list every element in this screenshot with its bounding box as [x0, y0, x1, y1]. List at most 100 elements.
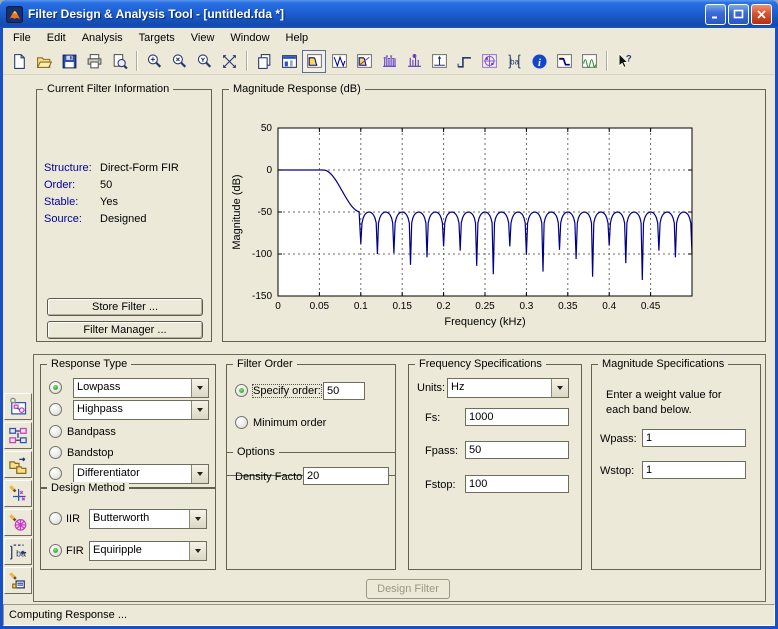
zoom-in-button[interactable]	[142, 50, 166, 73]
transform-filter-panel-button[interactable]	[4, 393, 32, 420]
open-session-icon	[36, 53, 53, 70]
spectral-mask-button[interactable]	[577, 50, 601, 73]
menu-file[interactable]: File	[5, 30, 39, 46]
copy-pages-button[interactable]	[252, 50, 276, 73]
zoom-x-button[interactable]	[167, 50, 191, 73]
svg-text:0.15: 0.15	[392, 301, 412, 312]
differentiator-combo[interactable]: Differentiator	[73, 464, 209, 484]
design-filter-button[interactable]: Design Filter	[366, 579, 450, 599]
title-bar[interactable]: Filter Design & Analysis Tool - [untitle…	[0, 0, 778, 28]
convert-structure-panel-button[interactable]	[4, 451, 32, 478]
context-help-icon: ?	[616, 52, 633, 70]
pole-zero-plot-icon	[481, 53, 498, 70]
filter-coefficients-button[interactable]: ba	[502, 50, 526, 73]
pole-zero-editor-panel-button[interactable]	[4, 480, 32, 507]
svg-text:0: 0	[266, 165, 272, 176]
filter-specifications-button[interactable]	[552, 50, 576, 73]
units-label: Units:	[417, 382, 446, 394]
import-filter-panel-button[interactable]: ba	[4, 538, 32, 565]
radio-lowpass[interactable]	[49, 381, 62, 394]
menu-analysis[interactable]: Analysis	[74, 30, 131, 46]
density-factor-label: Density Factor:	[235, 471, 309, 483]
radio-bandpass[interactable]	[49, 425, 62, 438]
combo-arrow-icon[interactable]	[189, 542, 206, 560]
magnitude-response-button[interactable]	[302, 49, 326, 73]
magnitude-response-chart: 0 0.05 0.1 0.15 0.2 0.25 0.3 0.35 0.4 0.45 50 0 -50 -…	[231, 123, 693, 328]
radio-specify-order[interactable]	[235, 384, 248, 397]
svg-text:Frequency (kHz): Frequency (kHz)	[444, 316, 525, 328]
wpass-input[interactable]	[642, 429, 746, 447]
filter-info-row: Structure: Direct-Form FIR	[44, 162, 206, 179]
radio-iir[interactable]	[49, 512, 62, 525]
current-filter-info-title: Current Filter Information	[43, 83, 174, 95]
figure-window-icon	[281, 53, 298, 70]
phase-delay-icon	[406, 53, 423, 70]
fs-input[interactable]	[465, 408, 569, 426]
filter-info-label: Stable:	[44, 196, 79, 208]
wstop-input[interactable]	[642, 461, 746, 479]
combo-arrow-icon[interactable]	[191, 401, 208, 419]
radio-minimum-order[interactable]	[235, 416, 248, 429]
impulse-response-button[interactable]	[427, 50, 451, 73]
svg-text:0.1: 0.1	[354, 301, 368, 312]
zoom-y-button[interactable]	[192, 50, 216, 73]
menu-view[interactable]: View	[183, 30, 223, 46]
realize-model-icon	[8, 571, 28, 591]
highpass-combo[interactable]: Highpass	[73, 400, 209, 420]
combo-arrow-icon[interactable]	[191, 465, 208, 483]
filter-information-button[interactable]: i	[527, 50, 551, 73]
menu-targets[interactable]: Targets	[131, 30, 183, 46]
combo-arrow-icon[interactable]	[551, 379, 568, 397]
iir-label: IIR	[66, 513, 81, 525]
phase-response-button[interactable]	[327, 50, 351, 73]
figure-window-button[interactable]	[277, 50, 301, 73]
print-button[interactable]	[82, 50, 106, 73]
filter-manager-button[interactable]: Filter Manager ...	[47, 321, 203, 339]
bandpass-label: Bandpass	[67, 426, 116, 438]
quantization-panel-button[interactable]	[4, 509, 32, 536]
filter-info-rows: Structure: Direct-Form FIR Order: 50 Stable:…	[44, 162, 206, 230]
new-session-button[interactable]	[7, 50, 31, 73]
radio-bandstop[interactable]	[49, 446, 62, 459]
multirate-filter-panel-button[interactable]	[4, 422, 32, 449]
svg-text:0.05: 0.05	[310, 301, 330, 312]
magnitude-phase-response-button[interactable]	[352, 50, 376, 73]
current-filter-info-panel: Current Filter Information Structure: Dir…	[36, 83, 212, 342]
full-view-button[interactable]	[217, 50, 241, 73]
close-button[interactable]	[751, 3, 772, 25]
pole-zero-plot-button[interactable]	[477, 50, 501, 73]
fpass-input[interactable]	[465, 441, 569, 459]
svg-text:0.4: 0.4	[602, 301, 616, 312]
fir-method-combo[interactable]: Equiripple	[89, 541, 207, 561]
radio-highpass[interactable]	[49, 403, 62, 416]
combo-arrow-icon[interactable]	[189, 510, 206, 528]
filter-info-value: Designed	[100, 213, 147, 225]
print-preview-button[interactable]	[107, 50, 131, 73]
radio-fir[interactable]	[49, 544, 62, 557]
menu-window[interactable]: Window	[222, 30, 277, 46]
menu-help[interactable]: Help	[278, 30, 317, 46]
group-delay-button[interactable]	[377, 50, 401, 73]
phase-delay-button[interactable]	[402, 50, 426, 73]
units-combo[interactable]: Hz	[447, 378, 569, 398]
filter-info-value: 50	[100, 179, 113, 191]
maximize-button[interactable]	[728, 3, 749, 25]
realize-model-panel-button[interactable]	[4, 567, 32, 594]
lowpass-combo[interactable]: Lowpass	[73, 378, 209, 398]
step-response-button[interactable]	[452, 50, 476, 73]
save-session-button[interactable]	[57, 50, 81, 73]
svg-text:0.35: 0.35	[558, 301, 578, 312]
fstop-input[interactable]	[465, 475, 569, 493]
minimize-button[interactable]	[705, 3, 726, 25]
open-session-button[interactable]	[32, 50, 56, 73]
specify-order-input[interactable]	[323, 382, 365, 400]
group-delay-icon	[381, 53, 398, 70]
iir-method-combo[interactable]: Butterworth	[89, 509, 207, 529]
context-help-button[interactable]: ?	[612, 50, 636, 73]
status-text: Computing Response ...	[9, 609, 128, 621]
density-factor-input[interactable]	[303, 467, 389, 485]
radio-differentiator[interactable]	[49, 467, 62, 480]
store-filter-button[interactable]: Store Filter ...	[47, 298, 203, 316]
menu-edit[interactable]: Edit	[39, 30, 74, 46]
combo-arrow-icon[interactable]	[191, 379, 208, 397]
